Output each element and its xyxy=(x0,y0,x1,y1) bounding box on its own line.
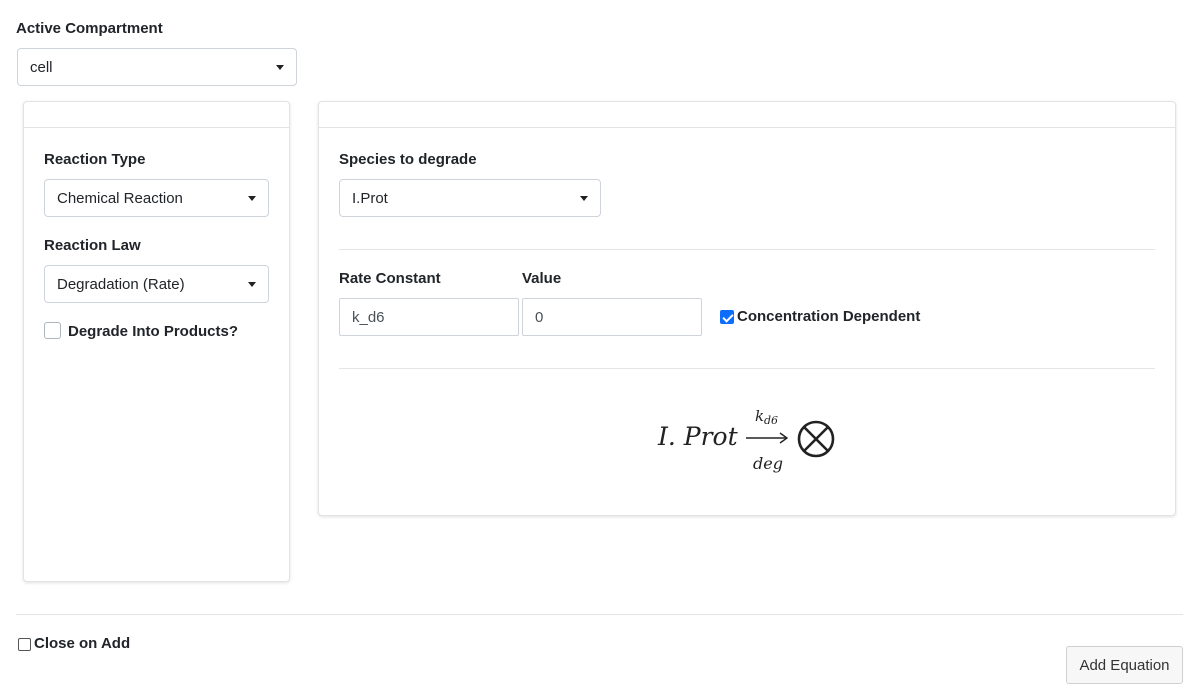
active-compartment-label: Active Compartment xyxy=(16,20,163,37)
reaction-type-value: Chemical Reaction xyxy=(57,189,183,207)
card-header-divider xyxy=(319,127,1175,128)
value-input-value: 0 xyxy=(535,308,544,326)
reaction-law-value: Degradation (Rate) xyxy=(57,275,185,293)
reaction-settings-card xyxy=(23,101,290,582)
degradation-sink-icon xyxy=(797,420,835,458)
equation-reactant: I. Prot xyxy=(658,422,738,451)
reaction-type-label: Reaction Type xyxy=(44,151,146,168)
reaction-arrow-icon xyxy=(746,432,789,444)
value-label: Value xyxy=(522,270,562,287)
section-divider xyxy=(339,249,1155,250)
rate-constant-input[interactable]: k_d6 xyxy=(339,298,519,336)
chevron-down-icon xyxy=(248,196,256,201)
rate-constant-input-value: k_d6 xyxy=(352,308,385,326)
equation-under-arrow: deg xyxy=(753,454,783,473)
reaction-law-label: Reaction Law xyxy=(44,237,141,254)
reaction-type-select[interactable]: Chemical Reaction xyxy=(44,179,269,217)
compartment-select-value: cell xyxy=(30,58,53,76)
footer-divider xyxy=(16,614,1183,615)
degrade-into-products-checkbox[interactable] xyxy=(44,322,61,339)
section-divider xyxy=(339,368,1155,369)
equation-rate-symbol: k xyxy=(755,407,765,425)
concentration-dependent-label: Concentration Dependent xyxy=(737,308,921,325)
species-select[interactable]: I.Prot xyxy=(339,179,601,217)
chevron-down-icon xyxy=(276,65,284,70)
chevron-down-icon xyxy=(580,196,588,201)
species-select-value: I.Prot xyxy=(352,189,388,207)
add-equation-button[interactable]: Add Equation xyxy=(1066,646,1183,684)
degrade-into-products-label: Degrade Into Products? xyxy=(68,323,239,340)
close-on-add-checkbox[interactable] xyxy=(18,638,31,651)
rate-constant-label: Rate Constant xyxy=(339,270,441,287)
close-on-add-label: Close on Add xyxy=(34,635,131,652)
species-to-degrade-label: Species to degrade xyxy=(339,151,477,168)
compartment-select[interactable]: cell xyxy=(17,48,297,86)
value-input[interactable]: 0 xyxy=(522,298,702,336)
chevron-down-icon xyxy=(248,282,256,287)
equation-rate-subscript: d6 xyxy=(764,414,779,427)
reaction-law-select[interactable]: Degradation (Rate) xyxy=(44,265,269,303)
concentration-dependent-checkbox[interactable] xyxy=(720,310,734,324)
card-header-divider xyxy=(24,127,289,128)
